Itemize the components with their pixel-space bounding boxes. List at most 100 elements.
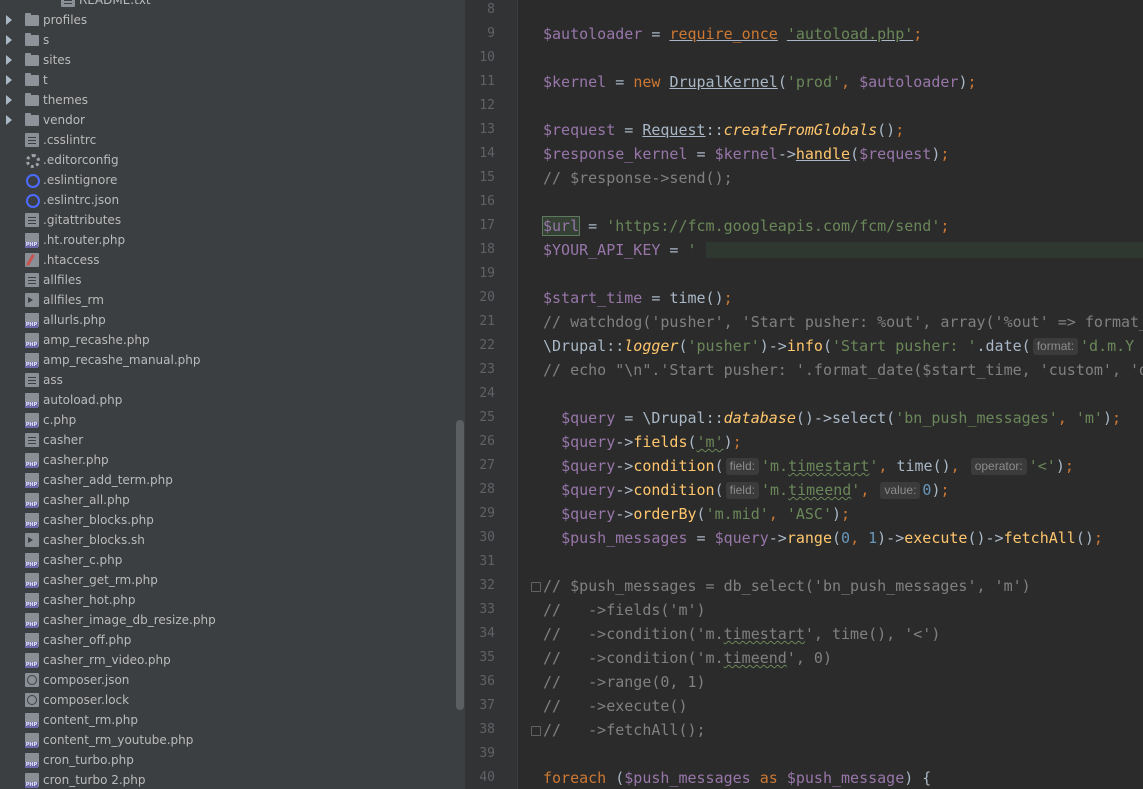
code-line[interactable]: 31: [465, 550, 1143, 574]
tree-file[interactable]: .gitattributes: [0, 210, 455, 230]
tree-file[interactable]: .ht.router.php: [0, 230, 455, 250]
expand-arrow-icon[interactable]: [6, 35, 12, 45]
code-token: ;: [1111, 409, 1121, 427]
tree-file[interactable]: README.txt: [0, 0, 455, 10]
tree-file[interactable]: content_rm_youtube.php: [0, 730, 455, 750]
tree-file[interactable]: cron_turbo 2.php: [0, 770, 455, 789]
line-number: 36: [479, 674, 495, 689]
tree-file[interactable]: casher_hot.php: [0, 590, 455, 610]
code-line[interactable]: 35 // ->condition('m.timeend', 0): [465, 646, 1143, 670]
code-text: // $push_messages = db_select('bn_push_m…: [543, 574, 1031, 598]
code-line[interactable]: 19: [465, 262, 1143, 286]
code-line[interactable]: 40 foreach ($push_messages as $push_messa…: [465, 766, 1143, 789]
code-area[interactable]: 8 9 $autoloader = require_once 'autoload.p…: [465, 0, 1143, 789]
code-line[interactable]: 28 $query->condition(field:'m.timeend', …: [465, 478, 1143, 502]
code-line[interactable]: 20 $start_time = time();: [465, 286, 1143, 310]
code-line[interactable]: 27 $query->condition(field:'m.timestart'…: [465, 454, 1143, 478]
tree-item-label: c.php: [43, 413, 77, 427]
tree-folder[interactable]: s: [0, 30, 455, 50]
code-line[interactable]: 34 // ->condition('m.timestart', time(), …: [465, 622, 1143, 646]
tree-folder[interactable]: sites: [0, 50, 455, 70]
tree-file[interactable]: casher_rm_video.php: [0, 650, 455, 670]
tree-file[interactable]: .eslintignore: [0, 170, 455, 190]
tree-folder[interactable]: themes: [0, 90, 455, 110]
tree-file[interactable]: c.php: [0, 410, 455, 430]
tree-file[interactable]: casher_blocks.php: [0, 510, 455, 530]
code-line[interactable]: 38 // ->fetchAll();: [465, 718, 1143, 742]
tree-file[interactable]: .editorconfig: [0, 150, 455, 170]
code-line[interactable]: 32 // $push_messages = db_select('bn_push…: [465, 574, 1143, 598]
tree-file[interactable]: content_rm.php: [0, 710, 455, 730]
code-line[interactable]: 15 // $response->send();: [465, 166, 1143, 190]
code-line[interactable]: 24: [465, 382, 1143, 406]
tree-file[interactable]: .eslintrc.json: [0, 190, 455, 210]
code-line[interactable]: 21 // watchdog('pusher', 'Start pusher: %…: [465, 310, 1143, 334]
tree-item-label: .eslintrc.json: [43, 193, 120, 207]
tree-file[interactable]: casher_image_db_resize.php: [0, 610, 455, 630]
expand-arrow-icon[interactable]: [6, 95, 12, 105]
code-line[interactable]: 18 $YOUR_API_KEY = ' W: [465, 238, 1143, 262]
project-tree-scrollbar-thumb[interactable]: [456, 420, 464, 710]
code-line[interactable]: 36 // ->range(0, 1): [465, 670, 1143, 694]
tree-file[interactable]: .htaccess: [0, 250, 455, 270]
tree-file[interactable]: casher_blocks.sh: [0, 530, 455, 550]
tree-file[interactable]: composer.json: [0, 670, 455, 690]
code-line[interactable]: 39: [465, 742, 1143, 766]
fold-marker-icon[interactable]: [531, 582, 541, 592]
expand-arrow-icon[interactable]: [6, 55, 12, 65]
tree-file[interactable]: autoload.php: [0, 390, 455, 410]
code-text: // ->condition('m.timeend', 0): [543, 646, 832, 670]
code-line[interactable]: 10: [465, 46, 1143, 70]
code-line[interactable]: 11 $kernel = new DrupalKernel('prod', $au…: [465, 70, 1143, 94]
tree-file[interactable]: amp_recashe.php: [0, 330, 455, 350]
tree-file[interactable]: allfiles: [0, 270, 455, 290]
tree-folder[interactable]: vendor: [0, 110, 455, 130]
code-line[interactable]: 9 $autoloader = require_once 'autoload.ph…: [465, 22, 1143, 46]
code-line[interactable]: 26 $query->fields('m');: [465, 430, 1143, 454]
tree-file[interactable]: casher.php: [0, 450, 455, 470]
code-line[interactable]: 8: [465, 0, 1143, 22]
code-token: ;: [841, 505, 851, 523]
tree-file[interactable]: casher_all.php: [0, 490, 455, 510]
expand-arrow-icon[interactable]: [6, 15, 12, 25]
code-line[interactable]: 29 $query->orderBy('m.mid', 'ASC');: [465, 502, 1143, 526]
code-line[interactable]: 16: [465, 190, 1143, 214]
tree-file[interactable]: cron_turbo.php: [0, 750, 455, 770]
project-tree-scrollbar[interactable]: [455, 0, 465, 789]
tree-file[interactable]: .csslintrc: [0, 130, 455, 150]
tree-folder[interactable]: t: [0, 70, 455, 90]
code-editor[interactable]: 8 9 $autoloader = require_once 'autoload.p…: [465, 0, 1143, 789]
tree-file[interactable]: casher_off.php: [0, 630, 455, 650]
tree-file[interactable]: amp_recashe_manual.php: [0, 350, 455, 370]
code-token: ->: [777, 145, 796, 163]
code-line[interactable]: 17 $url = 'https://fcm.googleapis.com/fcm…: [465, 214, 1143, 238]
tree-file[interactable]: casher: [0, 430, 455, 450]
expand-arrow-icon[interactable]: [6, 75, 12, 85]
tree-item-label: casher_image_db_resize.php: [43, 613, 216, 627]
tree-file[interactable]: casher_c.php: [0, 550, 455, 570]
tree-file[interactable]: casher_add_term.php: [0, 470, 455, 490]
tree-folder[interactable]: profiles: [0, 10, 455, 30]
code-line[interactable]: 37 // ->execute(): [465, 694, 1143, 718]
fold-marker-icon[interactable]: [531, 726, 541, 736]
expand-arrow-icon[interactable]: [6, 115, 12, 125]
tree-file[interactable]: allfiles_rm: [0, 290, 455, 310]
code-line[interactable]: 30 $push_messages = $query->range(0, 1)-…: [465, 526, 1143, 550]
code-line[interactable]: 12: [465, 94, 1143, 118]
code-token: ;: [1064, 457, 1074, 475]
code-line[interactable]: 14 $response_kernel = $kernel->handle($re…: [465, 142, 1143, 166]
tree-file[interactable]: casher_get_rm.php: [0, 570, 455, 590]
code-line[interactable]: 22 \Drupal::logger('pusher')->info('Start…: [465, 334, 1143, 358]
tree-file[interactable]: composer.lock: [0, 690, 455, 710]
code-line[interactable]: 23 // echo "\n".'Start pusher: '.format_d…: [465, 358, 1143, 382]
code-token: handle: [795, 145, 851, 163]
tree-file[interactable]: allurls.php: [0, 310, 455, 330]
code-line[interactable]: 25 $query = \Drupal::database()->select(…: [465, 406, 1143, 430]
code-token: ;: [940, 481, 950, 499]
tree-file[interactable]: ass: [0, 370, 455, 390]
tree-item-label: composer.lock: [43, 693, 130, 707]
code-line[interactable]: 13 $request = Request::createFromGlobals(…: [465, 118, 1143, 142]
php-file-icon: [25, 713, 39, 728]
code-line[interactable]: 33 // ->fields('m'): [465, 598, 1143, 622]
